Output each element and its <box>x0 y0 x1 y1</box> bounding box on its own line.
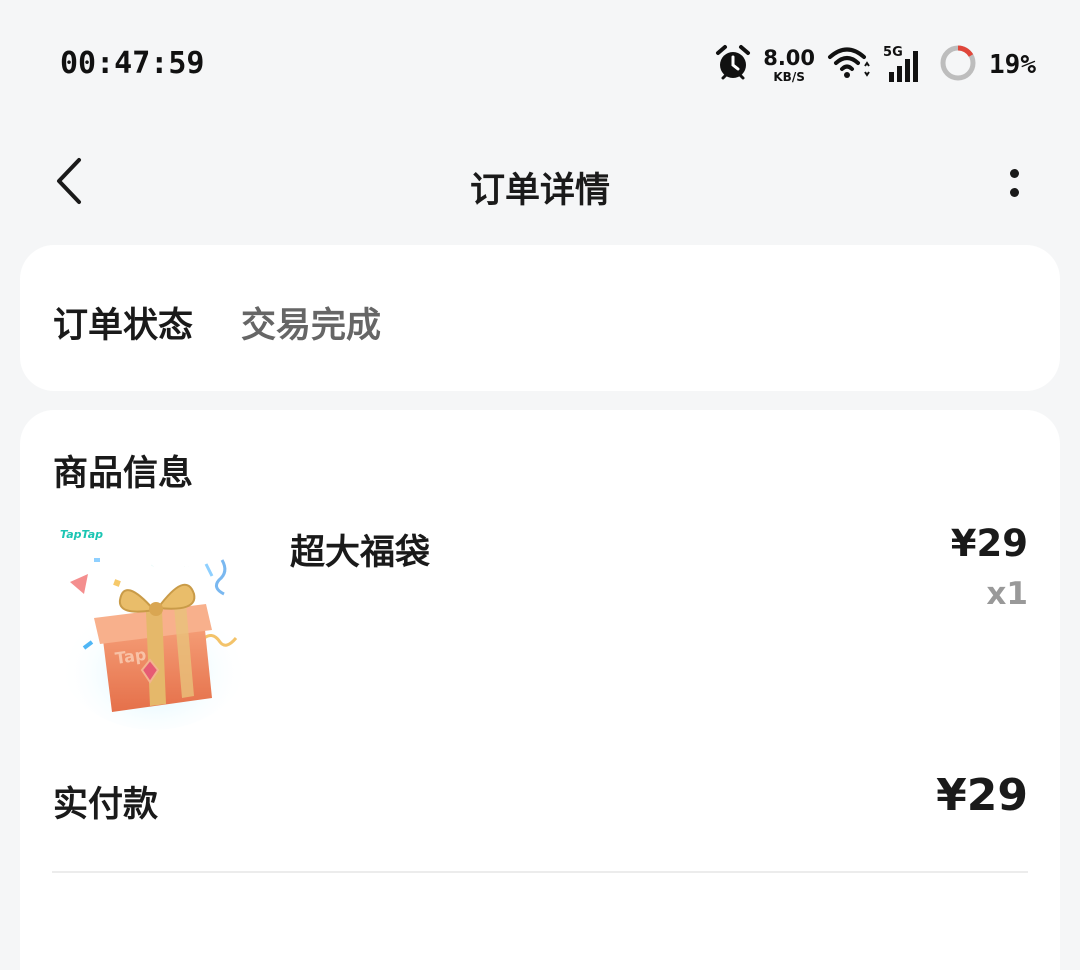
product-image-banner-text: 超大福袋 <box>112 546 201 572</box>
amount-paid-label: 实付款 <box>53 785 159 825</box>
product-name[interactable]: 超大福袋 <box>290 524 430 575</box>
product-image[interactable]: TapTap 超大福袋 Tap <box>54 520 254 730</box>
page-title: 订单详情 <box>469 171 610 211</box>
amount-paid-value: ¥29 <box>936 770 1028 821</box>
status-time: 00:47:59 <box>60 46 205 81</box>
page-header: 订单详情 <box>0 140 1080 226</box>
wifi-icon <box>827 46 871 84</box>
product-price: ¥29 <box>950 522 1028 565</box>
more-vertical-icon-dot-top <box>1009 169 1019 178</box>
battery-ring-icon <box>939 44 977 86</box>
network-speed-unit: KB/S <box>773 69 805 84</box>
network-speed-value: 8.00 <box>763 45 816 70</box>
more-options-button[interactable] <box>994 158 1034 208</box>
order-status-label: 订单状态 <box>53 306 194 346</box>
order-status-value: 交易完成 <box>241 306 382 346</box>
order-status-card: 订单状态 交易完成 <box>20 245 1060 391</box>
more-vertical-icon-dot-bottom <box>1009 188 1019 197</box>
divider <box>52 871 1028 873</box>
status-icons: 8.00 KB/S 5G 19% <box>715 44 1036 86</box>
product-image-brand-text: TapTap <box>60 528 103 541</box>
battery-percent: 19% <box>989 50 1036 80</box>
status-bar: 00:47:59 8.00 KB/S 5G 19% <box>0 0 1080 130</box>
product-info-title: 商品信息 <box>53 454 194 494</box>
alarm-icon <box>715 44 751 86</box>
product-info-card: 商品信息 TapTap 超大福袋 Tap 超大福袋 ¥29 x1 实付款 ¥29 <box>20 410 1060 970</box>
network-speed: 8.00 KB/S <box>763 45 816 84</box>
cellular-signal-icon: 5G <box>883 46 927 84</box>
product-quantity: x1 <box>986 576 1028 612</box>
